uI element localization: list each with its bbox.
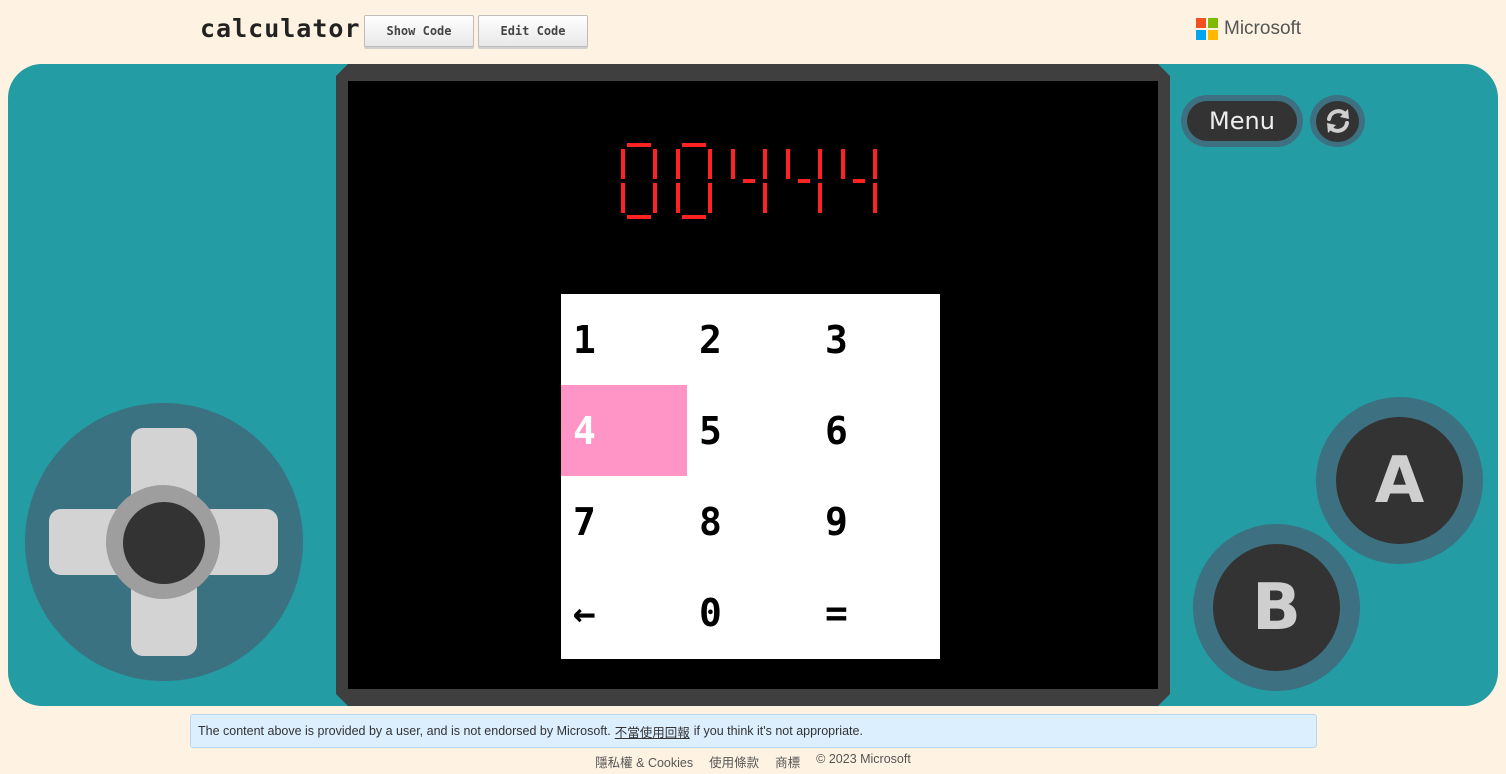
notice-text-after: if you think it's not appropriate.: [693, 724, 863, 738]
show-code-button[interactable]: Show Code: [364, 15, 474, 47]
privacy-link[interactable]: 隱私權 & Cookies: [595, 752, 693, 772]
display-digit: [731, 149, 767, 213]
notice-text: The content above is provided by a user,…: [198, 724, 611, 738]
refresh-icon: [1326, 109, 1349, 133]
keypad-key[interactable]: 3: [813, 294, 939, 385]
a-button[interactable]: A: [1316, 397, 1483, 564]
keypad-key[interactable]: 6: [813, 385, 939, 476]
display-digit: [621, 143, 657, 219]
report-abuse-link[interactable]: 不當使用回報: [615, 722, 690, 741]
edit-code-button[interactable]: Edit Code: [478, 15, 588, 47]
brand-name: Microsoft: [1224, 18, 1302, 39]
keypad: 1 2 3 4 5 6 7 8 9 ← 0 =: [561, 294, 940, 659]
copyright: © 2023 Microsoft: [816, 752, 911, 766]
restart-button[interactable]: [1310, 95, 1365, 147]
menu-button[interactable]: Menu: [1181, 95, 1303, 147]
dpad-center[interactable]: [123, 502, 205, 584]
keypad-key[interactable]: =: [813, 567, 939, 658]
keypad-key[interactable]: 4: [561, 385, 687, 476]
app-title: calculator: [200, 14, 361, 43]
keypad-key[interactable]: 8: [687, 476, 813, 567]
terms-link[interactable]: 使用條款: [709, 752, 759, 772]
content-notice: The content above is provided by a user,…: [190, 714, 1317, 748]
footer: 隱私權 & Cookies 使用條款 商標 © 2023 Microsoft: [0, 752, 1506, 772]
display-digit: [786, 149, 822, 213]
microsoft-logo[interactable]: Microsoft: [1196, 18, 1301, 40]
keypad-key[interactable]: 0: [687, 567, 813, 658]
keypad-key[interactable]: 7: [561, 476, 687, 567]
display-digit: [841, 149, 877, 213]
keypad-key[interactable]: ←: [561, 567, 687, 658]
b-button-label: B: [1213, 544, 1340, 671]
menu-button-label: Menu: [1187, 101, 1297, 141]
trademarks-link[interactable]: 商標: [775, 752, 800, 772]
keypad-key[interactable]: 1: [561, 294, 687, 385]
microsoft-logo-icon: [1196, 18, 1218, 40]
keypad-key[interactable]: 9: [813, 476, 939, 567]
b-button[interactable]: B: [1193, 524, 1360, 691]
keypad-key[interactable]: 5: [687, 385, 813, 476]
display-digit: [676, 143, 712, 219]
seven-segment-display: [621, 143, 877, 219]
keypad-key[interactable]: 2: [687, 294, 813, 385]
a-button-label: A: [1336, 417, 1463, 544]
game-screen[interactable]: 1 2 3 4 5 6 7 8 9 ← 0 =: [348, 81, 1158, 689]
